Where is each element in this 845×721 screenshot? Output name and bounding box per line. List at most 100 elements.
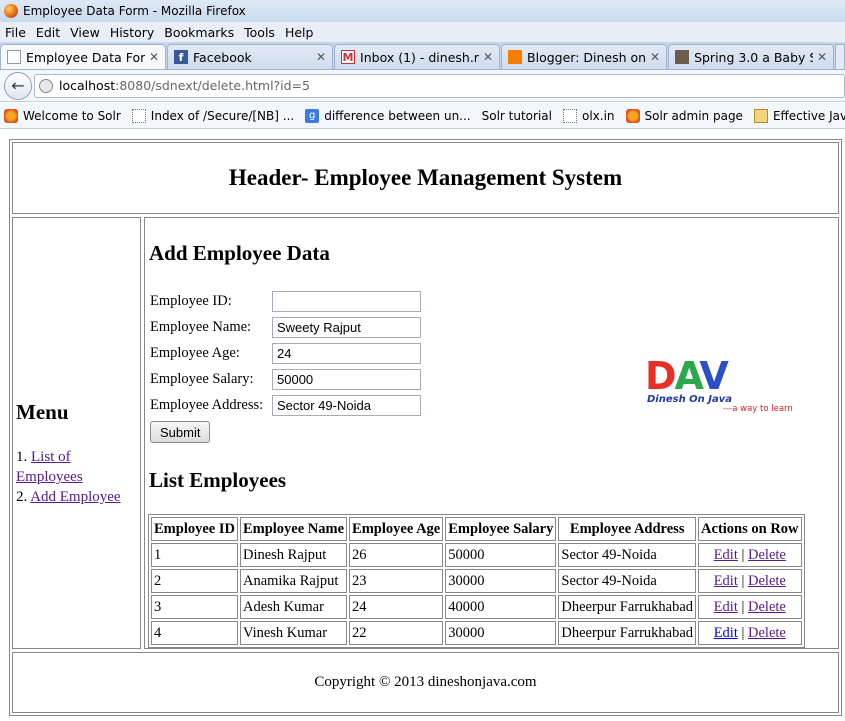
logo-subtitle: Dinesh On Java bbox=[647, 394, 733, 405]
menu-title: Menu bbox=[16, 400, 69, 424]
add-employee-link[interactable]: Add Employee bbox=[30, 489, 120, 505]
employee-salary-input[interactable] bbox=[272, 368, 421, 390]
menu-edit[interactable]: Edit bbox=[31, 25, 65, 40]
cell-salary: 50000 bbox=[445, 543, 557, 567]
table-row: 3 Adesh Kumar 24 40000 Dheerpur Farrukha… bbox=[151, 595, 802, 619]
column-header: Employee Name bbox=[239, 517, 348, 541]
navigation-bar: ← localhost :8080/sdnext/delete.html?id=… bbox=[0, 70, 845, 102]
cell-salary: 30000 bbox=[445, 569, 557, 593]
column-header: Actions on Row bbox=[698, 517, 802, 541]
back-button[interactable]: ← bbox=[4, 71, 32, 100]
employee-form: Employee ID: Employee Name: Employee Age… bbox=[150, 288, 421, 443]
delete-link[interactable]: Delete bbox=[748, 547, 786, 563]
menu-help[interactable]: Help bbox=[280, 25, 319, 40]
cell-actions: Edit | Delete bbox=[698, 595, 802, 619]
column-header: Employee Salary bbox=[445, 517, 557, 541]
cell-name: Dinesh Rajput bbox=[239, 543, 348, 567]
cell-address: Sector 49-Noida bbox=[558, 569, 697, 593]
close-icon[interactable]: ✕ bbox=[483, 50, 493, 64]
blogger-icon bbox=[508, 50, 523, 64]
employee-name-input[interactable] bbox=[272, 316, 421, 338]
close-icon[interactable]: ✕ bbox=[149, 50, 159, 64]
menu-bookmarks[interactable]: Bookmarks bbox=[159, 25, 239, 40]
menu-bar: File Edit View History Bookmarks Tools H… bbox=[0, 22, 845, 42]
bookmark-solr-tutorial[interactable]: Solr tutorial bbox=[478, 109, 559, 123]
employee-address-label: Employee Address: bbox=[150, 396, 264, 413]
tab-spring[interactable]: Spring 3.0 a Baby Ste... ✕ bbox=[668, 44, 835, 69]
cell-id: 1 bbox=[151, 543, 238, 567]
edit-link[interactable]: Edit bbox=[714, 625, 738, 641]
bookmark-difference-between[interactable]: g difference between un... bbox=[301, 108, 477, 123]
separator: | bbox=[741, 546, 745, 563]
employee-age-input[interactable] bbox=[272, 342, 421, 364]
url-bar[interactable]: localhost :8080/sdnext/delete.html?id=5 bbox=[34, 73, 845, 98]
bookmark-effective-java[interactable]: Effective Java 2nd Editi... bbox=[750, 108, 845, 123]
bookmark-olx[interactable]: olx.in bbox=[559, 108, 622, 123]
header-section: Header- Employee Management System bbox=[12, 142, 839, 214]
more-tabs-indicator[interactable] bbox=[835, 44, 845, 69]
close-icon[interactable]: ✕ bbox=[650, 50, 660, 64]
tab-strip: Employee Data Form ✕ f Facebook ✕ M Inbo… bbox=[0, 42, 845, 70]
employee-id-input[interactable] bbox=[272, 290, 421, 312]
facebook-icon: f bbox=[174, 50, 189, 64]
close-icon[interactable]: ✕ bbox=[316, 50, 326, 64]
cell-age: 24 bbox=[349, 595, 444, 619]
cell-name: Vinesh Kumar bbox=[239, 621, 348, 645]
separator: | bbox=[741, 624, 745, 641]
menu-tools[interactable]: Tools bbox=[239, 25, 280, 40]
employee-age-label: Employee Age: bbox=[150, 344, 240, 361]
menu-history[interactable]: History bbox=[105, 25, 159, 40]
dinesh-on-java-logo: DAV Dinesh On Java ---a way to learn bbox=[645, 354, 795, 418]
table-row: 1 Dinesh Rajput 26 50000 Sector 49-Noida… bbox=[151, 543, 802, 567]
bookmark-index-of-secure[interactable]: Index of /Secure/[NB] ... bbox=[128, 108, 301, 123]
cell-address: Dheerpur Farrukhabad bbox=[558, 621, 697, 645]
table-header-row: Employee ID Employee Name Employee Age E… bbox=[151, 517, 802, 541]
page-content: Header- Employee Management System Menu … bbox=[0, 130, 845, 721]
close-icon[interactable]: ✕ bbox=[817, 50, 827, 64]
bookmark-solr-admin-page[interactable]: Solr admin page bbox=[622, 108, 750, 123]
employees-table: Employee ID Employee Name Employee Age E… bbox=[148, 514, 805, 648]
menu-file[interactable]: File bbox=[0, 25, 31, 40]
body-section: Add Employee Data Employee ID: Employee … bbox=[144, 217, 839, 649]
form-row-employee-age: Employee Age: bbox=[150, 340, 421, 366]
url-path: :8080/sdnext/delete.html?id=5 bbox=[115, 78, 311, 93]
menu-item: 2. Add Employee bbox=[16, 489, 121, 505]
solr-icon bbox=[4, 108, 18, 123]
cell-name: Adesh Kumar bbox=[239, 595, 348, 619]
delete-link[interactable]: Delete bbox=[748, 599, 786, 615]
edit-link[interactable]: Edit bbox=[714, 599, 738, 615]
form-row-employee-address: Employee Address: bbox=[150, 392, 421, 418]
menu-item: 1. List of Employees bbox=[16, 449, 83, 485]
delete-link[interactable]: Delete bbox=[748, 573, 786, 589]
employee-address-input[interactable] bbox=[272, 394, 421, 416]
solr-icon bbox=[625, 108, 640, 123]
menu-list: 1. List of Employees 2. Add Employee bbox=[16, 447, 140, 507]
tab-facebook[interactable]: f Facebook ✕ bbox=[167, 44, 334, 69]
tab-blogger[interactable]: Blogger: Dinesh on Ja... ✕ bbox=[501, 44, 668, 69]
cell-salary: 40000 bbox=[445, 595, 557, 619]
firefox-icon bbox=[4, 4, 18, 18]
tab-employee-data-form[interactable]: Employee Data Form ✕ bbox=[0, 44, 167, 69]
edit-link[interactable]: Edit bbox=[714, 547, 738, 563]
bookmark-welcome-to-solr[interactable]: Welcome to Solr bbox=[0, 108, 128, 123]
submit-button[interactable]: Submit bbox=[150, 421, 211, 443]
employee-name-label: Employee Name: bbox=[150, 318, 252, 335]
page-header-title: Header- Employee Management System bbox=[228, 165, 623, 190]
menu-view[interactable]: View bbox=[65, 25, 105, 40]
logo-text: DAV bbox=[645, 354, 729, 398]
logo-tagline: ---a way to learn bbox=[723, 404, 793, 414]
menu-section: Menu 1. List of Employees 2. Add Employe… bbox=[12, 217, 141, 649]
tab-gmail-inbox[interactable]: M Inbox (1) - dinesh.mc... ✕ bbox=[334, 44, 501, 69]
employee-id-label: Employee ID: bbox=[150, 292, 232, 309]
cell-name: Anamika Rajput bbox=[239, 569, 348, 593]
delete-link[interactable]: Delete bbox=[748, 625, 786, 641]
window-title-bar: Employee Data Form - Mozilla Firefox bbox=[0, 0, 845, 22]
edit-link[interactable]: Edit bbox=[714, 573, 738, 589]
google-icon: g bbox=[305, 108, 320, 123]
cell-id: 4 bbox=[151, 621, 238, 645]
page-icon bbox=[562, 108, 577, 123]
employee-salary-label: Employee Salary: bbox=[150, 370, 254, 387]
separator: | bbox=[741, 572, 745, 589]
cell-address: Sector 49-Noida bbox=[558, 543, 697, 567]
bookmarks-toolbar: Welcome to Solr Index of /Secure/[NB] ..… bbox=[0, 103, 845, 129]
